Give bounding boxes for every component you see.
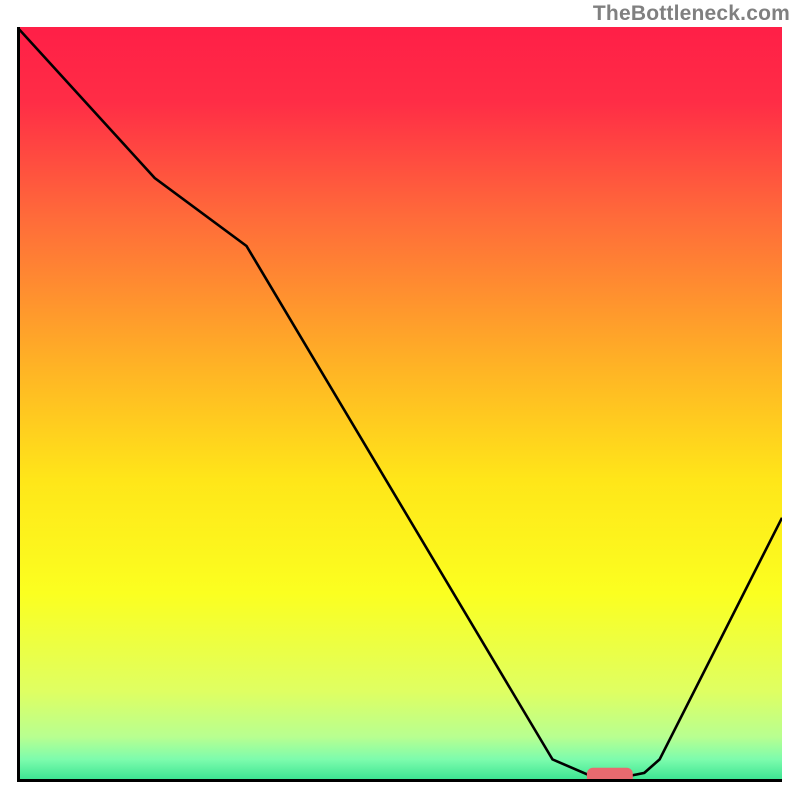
axes-frame [17,27,782,782]
watermark-text: TheBottleneck.com [593,2,790,26]
